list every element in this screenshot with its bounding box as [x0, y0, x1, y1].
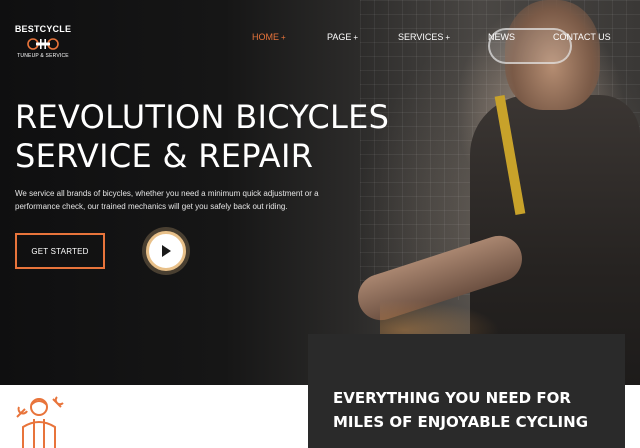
logo-tagline: TUNEUP & SERVICE	[17, 53, 69, 59]
nav-item-label: NEWS	[488, 32, 515, 42]
plus-icon: +	[353, 33, 359, 42]
site-logo[interactable]: BESTCYCLE TUNEUP & SERVICE	[14, 24, 72, 64]
hero-section: BESTCYCLE TUNEUP & SERVICE HOME + PAGE + S…	[0, 0, 640, 385]
plus-icon: +	[445, 33, 451, 42]
nav-item-contact-us[interactable]: CONTACT US	[553, 32, 611, 42]
nav-item-label: CONTACT US	[553, 32, 611, 42]
play-video-button[interactable]	[146, 231, 186, 271]
hero-title-line-2: SERVICE & REPAIR	[15, 137, 314, 175]
nav-item-news[interactable]: NEWS	[488, 32, 515, 42]
main-nav: HOME + PAGE + SERVICES + NEWS CONTACT US	[0, 32, 640, 44]
play-icon	[162, 245, 171, 257]
nav-item-label: HOME	[252, 32, 279, 42]
info-card-title: EVERYTHING YOU NEED FOR MILES OF ENJOYAB…	[333, 389, 588, 431]
nav-item-label: PAGE	[327, 32, 352, 42]
nav-item-services[interactable]: SERVICES +	[398, 32, 450, 42]
hero-title: REVOLUTION BICYCLES SERVICE & REPAIR	[15, 98, 445, 176]
nav-item-home[interactable]: HOME +	[252, 32, 286, 42]
hero-description: We service all brands of bicycles, wheth…	[15, 189, 319, 211]
hero-title-line-1: REVOLUTION BICYCLES	[15, 98, 390, 136]
nav-item-label: SERVICES	[398, 32, 444, 42]
plus-icon: +	[281, 33, 286, 42]
nav-item-page[interactable]: PAGE +	[327, 32, 358, 42]
get-started-button[interactable]: GET STARTED	[15, 233, 105, 269]
mechanic-icon	[16, 396, 64, 448]
info-card: EVERYTHING YOU NEED FOR MILES OF ENJOYAB…	[308, 334, 625, 448]
